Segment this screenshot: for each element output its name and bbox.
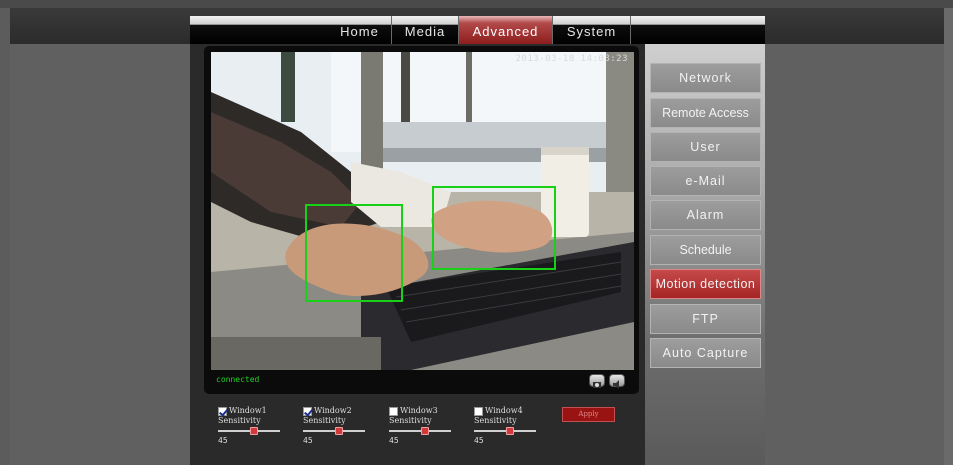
motion-window-2-box[interactable] [432, 186, 556, 270]
window4-checkbox[interactable] [474, 406, 483, 416]
tab-advanced[interactable]: Advanced [459, 16, 553, 44]
background-left [10, 44, 190, 465]
window2-label: Window2 [314, 406, 352, 415]
speaker-icon[interactable] [609, 374, 625, 389]
window4-label: Window4 [485, 406, 523, 415]
top-strip [0, 0, 953, 8]
motion-window-3: Window3 Sensitivity 45 [389, 406, 459, 445]
slider-thumb[interactable] [335, 427, 343, 435]
window1-sensitivity-slider[interactable] [218, 427, 280, 435]
window3-label: Window3 [400, 406, 438, 415]
camera-scene-image [211, 52, 634, 370]
tab-system[interactable]: System [553, 16, 631, 44]
sidebar-item-auto-capture[interactable]: Auto Capture [650, 338, 761, 368]
window3-sensitivity-value: 45 [389, 436, 399, 445]
camera-video-feed[interactable]: 2013-03-18 14:03:23 [211, 52, 634, 370]
window2-sensitivity-slider[interactable] [303, 427, 365, 435]
motion-window-1-box[interactable] [305, 204, 403, 302]
connection-status: connected [216, 375, 260, 384]
motion-window-4: Window4 Sensitivity 45 [474, 406, 544, 445]
slider-thumb[interactable] [250, 427, 258, 435]
slider-thumb[interactable] [421, 427, 429, 435]
window2-sensitivity-value: 45 [303, 436, 313, 445]
apply-button[interactable]: Apply [562, 407, 615, 422]
window2-checkbox[interactable] [303, 406, 312, 416]
window3-sensitivity-slider[interactable] [389, 427, 451, 435]
window1-label: Window1 [229, 406, 267, 415]
window4-sensitivity-label: Sensitivity [474, 416, 517, 425]
video-timestamp: 2013-03-18 14:03:23 [515, 54, 628, 64]
tab-media[interactable]: Media [392, 16, 459, 44]
snapshot-icon[interactable] [589, 374, 605, 388]
background-edge [944, 8, 953, 465]
slider-thumb[interactable] [506, 427, 514, 435]
window3-checkbox[interactable] [389, 406, 398, 416]
sidebar-item-alarm[interactable]: Alarm [650, 200, 761, 230]
background-right [765, 44, 944, 465]
window3-sensitivity-label: Sensitivity [389, 416, 432, 425]
sidebar-item-user[interactable]: User [650, 132, 761, 162]
motion-window-2: Window2 Sensitivity 45 [303, 406, 373, 445]
top-nav: Home Media Advanced System [190, 16, 765, 44]
sidebar-item-motion-detection[interactable]: Motion detection [650, 269, 761, 299]
motion-window-1: Window1 Sensitivity 45 [218, 406, 288, 445]
sidebar-item-email[interactable]: e-Mail [650, 166, 761, 196]
window4-sensitivity-slider[interactable] [474, 427, 536, 435]
window2-sensitivity-label: Sensitivity [303, 416, 346, 425]
window1-sensitivity-value: 45 [218, 436, 228, 445]
window1-sensitivity-label: Sensitivity [218, 416, 261, 425]
tab-home[interactable]: Home [328, 16, 392, 44]
sidebar-item-ftp[interactable]: FTP [650, 304, 761, 334]
sidebar-item-schedule[interactable]: Schedule [650, 235, 761, 265]
sidebar-item-network[interactable]: Network [650, 63, 761, 93]
window4-sensitivity-value: 45 [474, 436, 484, 445]
window1-checkbox[interactable] [218, 406, 227, 416]
sidebar-item-remote-access[interactable]: Remote Access [650, 98, 761, 128]
